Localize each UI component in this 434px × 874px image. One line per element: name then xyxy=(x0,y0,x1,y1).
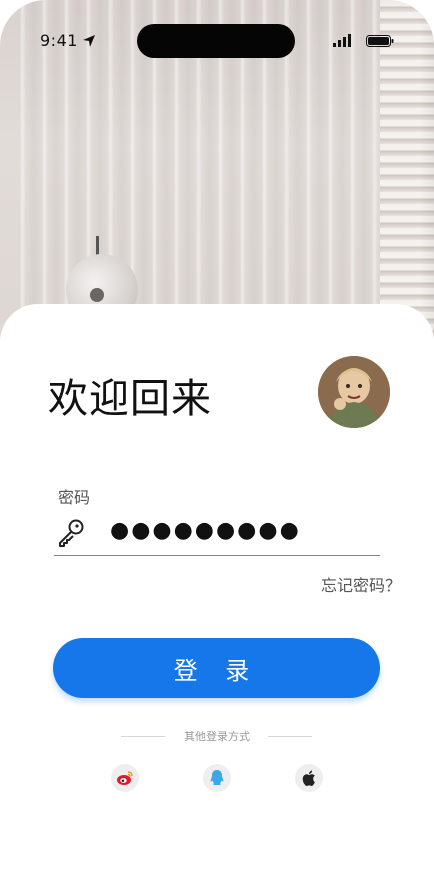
avatar[interactable] xyxy=(318,356,390,428)
weibo-icon xyxy=(117,771,133,785)
apple-login-button[interactable] xyxy=(295,764,323,792)
cellular-signal-icon xyxy=(333,34,351,47)
location-arrow-icon xyxy=(83,35,95,47)
avatar-photo xyxy=(318,356,390,428)
password-label: 密码 xyxy=(58,488,91,507)
password-input[interactable]: ●●●●●●●●● xyxy=(110,518,301,543)
welcome-title: 欢迎回来 xyxy=(48,376,212,422)
phone-screen: 9:41 欢迎回来 密码 ●●●●●●●●● 忘记密码？ 登 录 其他登录方式 xyxy=(0,0,434,874)
forgot-password-link[interactable]: 忘记密码？ xyxy=(321,572,401,596)
password-underline xyxy=(54,555,380,556)
dynamic-island xyxy=(137,24,295,58)
qq-icon xyxy=(210,770,224,785)
key-icon xyxy=(59,519,84,547)
login-sheet: 欢迎回来 密码 ●●●●●●●●● 忘记密码？ 登 录 其他登录方式 xyxy=(0,304,434,874)
status-bar: 9:41 xyxy=(0,0,434,80)
other-login-methods-label: 其他登录方式 xyxy=(184,730,250,743)
qq-login-button[interactable] xyxy=(203,764,231,792)
apple-icon xyxy=(302,770,315,786)
battery-icon xyxy=(366,35,394,47)
login-button[interactable]: 登 录 xyxy=(53,638,380,698)
status-time: 9:41 xyxy=(40,31,78,50)
divider-right xyxy=(268,736,312,737)
weibo-login-button[interactable] xyxy=(111,764,139,792)
lamp-bulb xyxy=(90,288,104,302)
